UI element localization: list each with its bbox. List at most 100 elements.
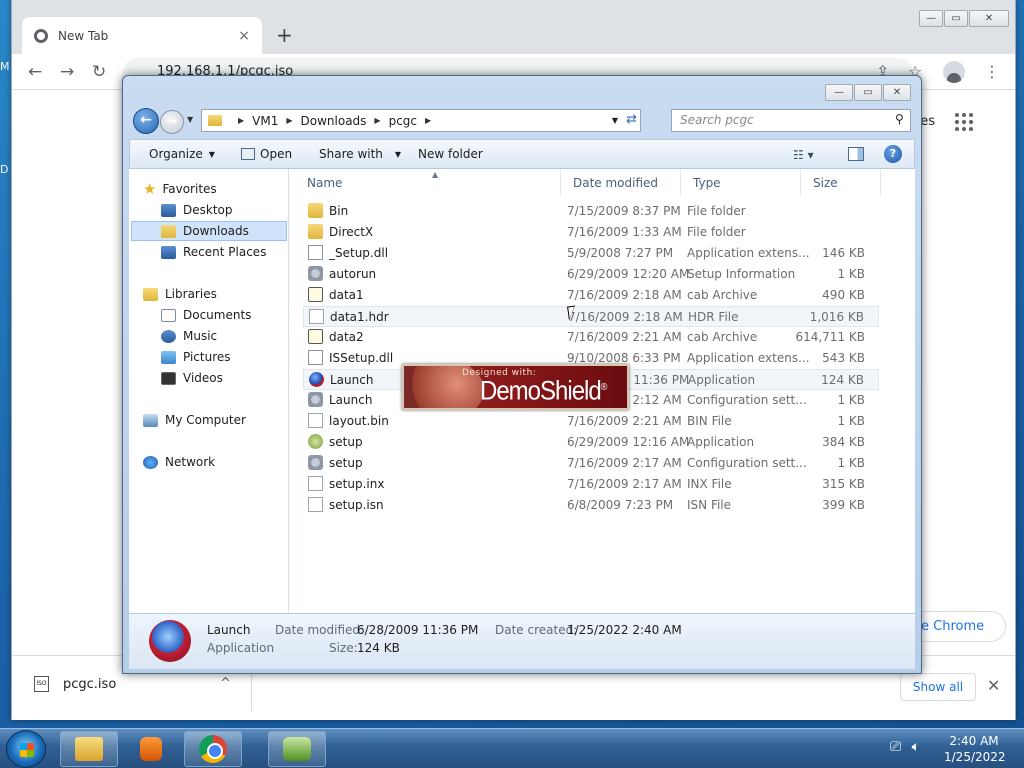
nav-pictures[interactable]: Pictures: [161, 347, 231, 367]
trademark-mark: ®: [600, 381, 608, 392]
breadcrumb[interactable]: ▶ VM1 ▶ Downloads ▶ pcgc ▶ ▼ ⇄: [201, 109, 641, 132]
file-row[interactable]: Bin 7/15/2009 8:37 PM File folder: [303, 201, 879, 222]
nav-libraries[interactable]: Libraries: [143, 284, 217, 304]
file-date: 7/16/2009 2:18 AM: [567, 288, 682, 302]
breadcrumb-item[interactable]: pcgc: [389, 114, 417, 128]
column-header-type[interactable]: Type: [681, 169, 801, 195]
new-folder-button[interactable]: New folder: [418, 147, 483, 161]
file-name: _Setup.dll: [329, 246, 389, 260]
close-download-bar-icon[interactable]: ✕: [987, 676, 1000, 695]
breadcrumb-chevron-icon[interactable]: ▶: [286, 116, 292, 125]
apps-grid-icon[interactable]: [955, 113, 973, 131]
file-name: Launch: [330, 373, 374, 387]
file-row[interactable]: data1 7/16/2009 2:18 AM cab Archive 490 KB: [303, 285, 879, 306]
new-tab-button[interactable]: +: [276, 23, 293, 47]
network-icon: [143, 455, 158, 469]
close-window-button[interactable]: ✕: [883, 84, 911, 101]
close-window-button[interactable]: ✕: [969, 10, 1009, 27]
taskbar-chrome-button[interactable]: [184, 731, 242, 767]
profile-avatar-icon[interactable]: [943, 61, 965, 83]
organize-button[interactable]: Organize ▼: [149, 147, 215, 161]
column-header-size[interactable]: Size: [801, 169, 881, 195]
breadcrumb-chevron-icon[interactable]: ▶: [425, 116, 431, 125]
minimize-button[interactable]: —: [919, 10, 943, 27]
view-options-icon[interactable]: ☷ ▾: [793, 148, 814, 162]
refresh-icon[interactable]: ⇄: [626, 112, 637, 127]
launch-app-icon: [149, 620, 191, 662]
breadcrumb-item[interactable]: VM1: [252, 114, 278, 128]
search-input[interactable]: Search pcgc: [671, 109, 911, 132]
help-icon[interactable]: ?: [884, 145, 902, 163]
nav-label: My Computer: [165, 413, 246, 427]
file-icon: [308, 497, 323, 512]
show-all-button[interactable]: Show all: [900, 673, 976, 701]
file-row[interactable]: setup.inx 7/16/2009 2:17 AM INX File 315 KB: [303, 474, 879, 495]
nav-videos[interactable]: Videos: [161, 368, 223, 388]
back-arrow-icon[interactable]: ←: [28, 62, 42, 82]
download-item[interactable]: ISO pcgc.iso: [34, 676, 116, 692]
chrome-tab[interactable]: New Tab ×: [22, 17, 262, 54]
share-with-button[interactable]: Share with ▼: [319, 147, 401, 161]
file-row[interactable]: _Setup.dll 5/9/2008 7:27 PM Application ex…: [303, 243, 879, 264]
minimize-button[interactable]: —: [825, 84, 853, 101]
breadcrumb-item[interactable]: Downloads: [301, 114, 367, 128]
nav-music[interactable]: Music: [161, 326, 217, 346]
back-button[interactable]: ←: [133, 108, 159, 134]
maximize-button[interactable]: ▭: [944, 10, 968, 27]
file-row[interactable]: setup 7/16/2009 2:17 AM Configuration sett…: [303, 453, 879, 474]
file-row[interactable]: autorun 6/29/2009 12:20 AM Setup Informati…: [303, 264, 879, 285]
videos-icon: [161, 371, 176, 385]
nav-desktop[interactable]: Desktop: [161, 200, 233, 220]
file-type: INX File: [687, 477, 732, 491]
nav-documents[interactable]: Documents: [161, 305, 251, 325]
file-type: ISN File: [687, 498, 732, 512]
tab-close-icon[interactable]: ×: [238, 28, 250, 44]
file-row[interactable]: layout.bin 7/16/2009 2:21 AM BIN File 1 KB: [303, 411, 879, 432]
column-header-name[interactable]: Name ▲: [295, 169, 561, 195]
nav-network[interactable]: Network: [143, 452, 215, 472]
network-tray-icon[interactable]: ⎚: [890, 739, 901, 755]
nav-label: Music: [183, 329, 218, 343]
column-header-date[interactable]: Date modified: [561, 169, 681, 195]
taskbar-media-button[interactable]: [122, 731, 180, 767]
taskbar-launch-button[interactable]: [268, 731, 326, 767]
folder-icon: [208, 115, 222, 126]
nav-my-computer[interactable]: My Computer: [143, 410, 246, 430]
chrome-logo-icon: [34, 28, 48, 43]
maximize-button[interactable]: ▭: [854, 84, 882, 101]
desktop-edge-text: D: [0, 163, 9, 176]
search-icon[interactable]: ⚲: [895, 112, 904, 126]
file-name: setup.isn: [329, 498, 384, 512]
taskbar-explorer-button[interactable]: [60, 731, 118, 767]
file-row[interactable]: DirectX 7/16/2009 1:33 AM File folder: [303, 222, 879, 243]
reload-icon[interactable]: ↻: [92, 62, 106, 82]
file-row[interactable]: setup.isn 6/8/2009 7:23 PM ISN File 399 KB: [303, 495, 879, 516]
address-dropdown-icon[interactable]: ▼: [612, 116, 618, 125]
forward-button[interactable]: →: [160, 110, 184, 134]
download-chevron-icon[interactable]: ^: [220, 676, 231, 691]
menu-kebab-icon[interactable]: ⋮: [984, 62, 1000, 81]
file-row[interactable]: data2 7/16/2009 2:21 AM cab Archive 614,711…: [303, 327, 879, 348]
clock[interactable]: 2:40 AM 1/25/2022: [944, 733, 1006, 765]
nav-downloads[interactable]: Downloads: [131, 221, 287, 241]
open-button[interactable]: Open: [241, 147, 292, 161]
file-date: 7/15/2009 8:37 PM: [567, 204, 681, 218]
star-icon: ★: [143, 180, 157, 198]
breadcrumb-chevron-icon[interactable]: ▶: [374, 116, 380, 125]
forward-arrow-icon[interactable]: →: [60, 62, 74, 82]
splash-brand-text: DemoShield: [480, 376, 602, 407]
preview-pane-icon[interactable]: [848, 147, 864, 161]
volume-icon[interactable]: 🔈︎: [912, 739, 920, 755]
file-row[interactable]: data1.hdr 7/16/2009 2:18 AM HDR File 1,016 …: [303, 306, 879, 327]
launch-app-icon: [309, 372, 324, 387]
breadcrumb-chevron-icon[interactable]: ▶: [238, 116, 244, 125]
history-dropdown-icon[interactable]: ▼: [187, 115, 193, 124]
chrome-window-controls: — ▭ ✕: [918, 10, 1009, 27]
file-type: HDR File: [688, 310, 739, 324]
file-row[interactable]: setup 6/29/2009 12:16 AM Application 384 KB: [303, 432, 879, 453]
nav-recent-places[interactable]: Recent Places: [161, 242, 266, 262]
start-button[interactable]: [6, 730, 46, 768]
file-size: 1 KB: [837, 267, 865, 281]
file-name: ISSetup.dll: [329, 351, 394, 365]
nav-favorites[interactable]: ★ Favorites: [143, 179, 217, 199]
